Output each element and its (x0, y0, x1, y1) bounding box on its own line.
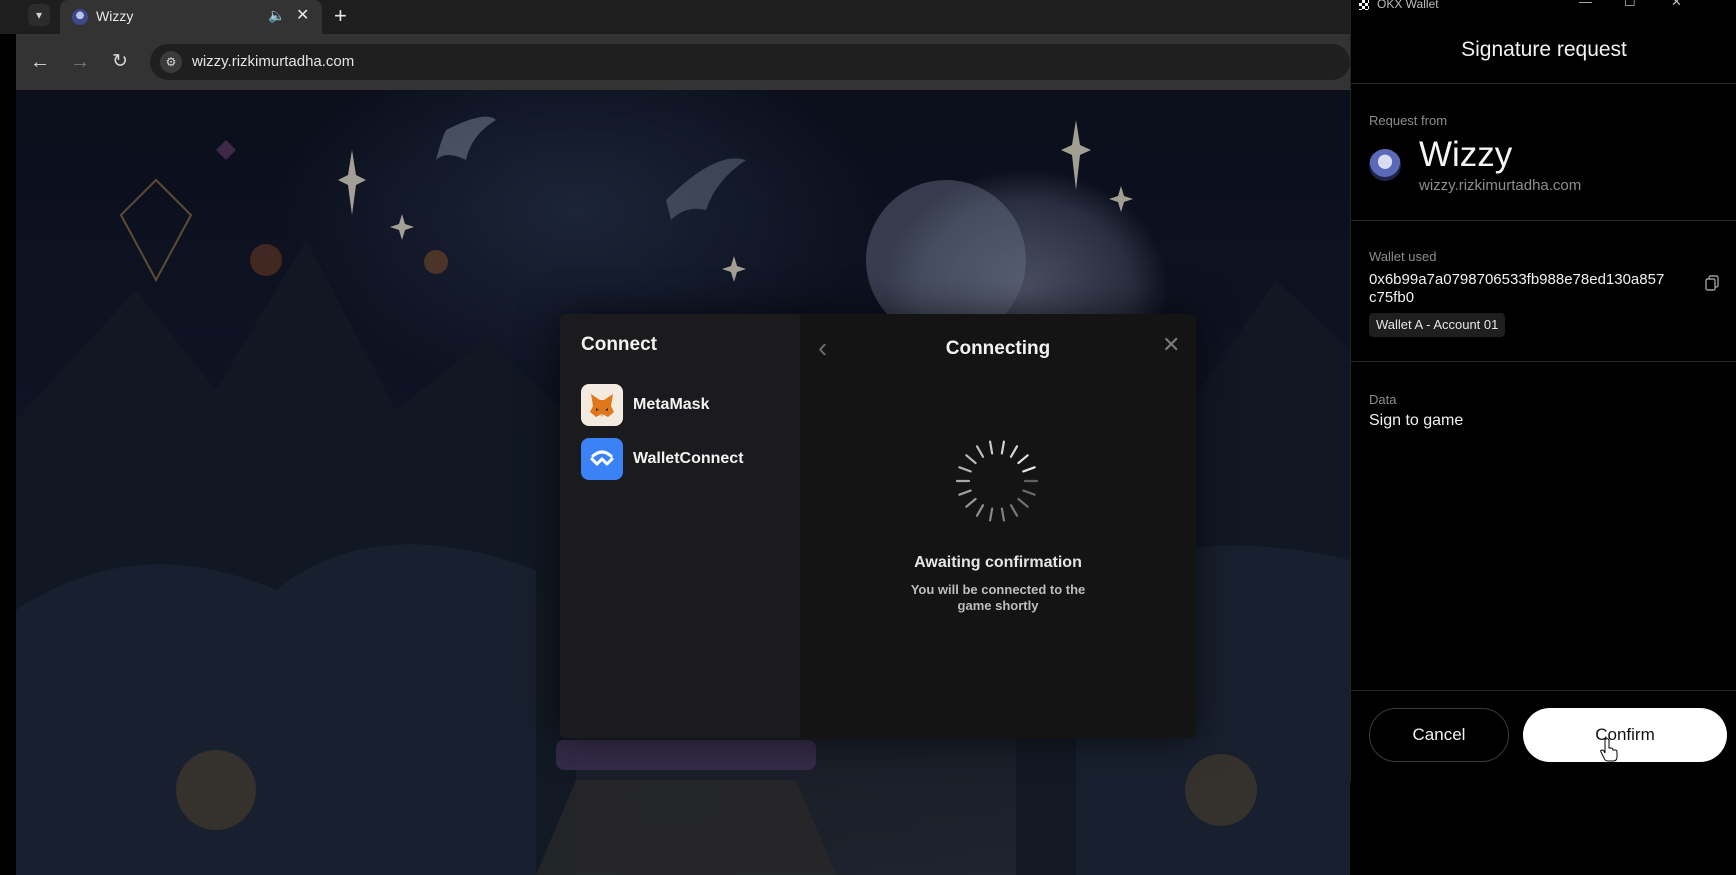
browser-toolbar: ← → ↻ ⚙ wizzy.rizkimurtadha.com (16, 34, 1350, 90)
wallet-list-panel: Connect MetaMask WalletConnect (560, 314, 800, 738)
wallet-used-section: Wallet used 0x6b99a7a0798706533fb988e78e… (1351, 221, 1736, 362)
spinner-tick (1022, 466, 1036, 473)
spinner-tick (1009, 504, 1019, 517)
connecting-panel: ‹ Connecting ✕ Awaiting confirmation You… (800, 314, 1196, 738)
wallet-option-label: WalletConnect (633, 450, 744, 467)
account-badge: Wallet A - Account 01 (1369, 313, 1506, 337)
close-icon[interactable]: ✕ (1671, 0, 1682, 10)
spinner-tick (965, 454, 977, 465)
okx-titlebar: OKX Wallet — ☐ ✕ (1351, 0, 1736, 12)
requester-domain: wizzy.rizkimurtadha.com (1419, 177, 1582, 194)
chevron-down-icon[interactable]: ▾ (28, 4, 50, 26)
browser-tabstrip: ▾ Wizzy 🔈 ✕ + (0, 0, 1350, 34)
connect-title: Connect (581, 334, 657, 355)
loading-spinner-icon (955, 440, 1039, 522)
close-icon[interactable]: ✕ (296, 5, 309, 25)
connecting-title: Connecting (945, 338, 1051, 359)
tune-icon[interactable]: ⚙ (160, 51, 182, 73)
okx-header: Signature request (1351, 22, 1736, 84)
wallet-option-metamask[interactable]: MetaMask (581, 384, 791, 426)
okx-wallet-window: OKX Wallet — ☐ ✕ Signature request Reque… (1350, 0, 1736, 782)
hand-cursor-icon (1600, 738, 1618, 762)
data-label: Data (1369, 392, 1397, 407)
wallet-option-walletconnect[interactable]: WalletConnect (581, 438, 791, 480)
okx-window-title: OKX Wallet (1377, 0, 1439, 11)
spinner-tick (975, 504, 985, 517)
close-icon[interactable]: ✕ (1162, 332, 1180, 358)
copy-icon[interactable] (1705, 275, 1719, 291)
speaker-icon[interactable]: 🔈 (268, 7, 285, 24)
okx-logo-icon (1359, 0, 1369, 10)
plus-icon[interactable]: + (334, 3, 347, 29)
signature-request-title: Signature request (1461, 38, 1627, 61)
wallet-address: 0x6b99a7a0798706533fb988e78ed130a857c75f… (1369, 271, 1665, 306)
data-value: Sign to game (1369, 412, 1464, 429)
spinner-tick (1017, 454, 1029, 465)
tab-title: Wizzy (96, 8, 134, 24)
spinner-tick (988, 440, 994, 455)
arrow-right-icon[interactable]: → (66, 48, 94, 76)
wallet-option-label: MetaMask (633, 396, 710, 413)
browser-tab[interactable]: Wizzy 🔈 ✕ (60, 0, 322, 34)
minimize-icon[interactable]: — (1579, 0, 1592, 9)
metamask-fox-icon (581, 384, 623, 426)
spinner-tick (1000, 440, 1006, 455)
walletconnect-icon (581, 438, 623, 480)
spinner-tick (975, 445, 985, 458)
spinner-tick (965, 497, 977, 508)
url-text[interactable]: wizzy.rizkimurtadha.com (192, 53, 354, 70)
spinner-tick (988, 507, 994, 522)
maximize-icon[interactable]: ☐ (1624, 0, 1636, 10)
spinner-tick (958, 466, 972, 473)
reload-icon[interactable]: ↻ (106, 48, 134, 76)
data-section: Data Sign to game (1351, 362, 1736, 690)
spinner-tick (1000, 507, 1006, 522)
awaiting-subtitle: You will be connected to the game shortl… (910, 582, 1086, 613)
awaiting-title: Awaiting confirmation (914, 554, 1082, 571)
connect-modal: Connect MetaMask WalletConnect ‹ Connect… (560, 314, 1196, 738)
wallet-used-label: Wallet used (1369, 249, 1437, 264)
spinner-tick (1022, 489, 1036, 496)
okx-footer: Cancel Confirm (1351, 690, 1736, 782)
spinner-tick (1009, 445, 1019, 458)
wizzy-logo-icon (1369, 149, 1401, 181)
spinner-tick (1017, 497, 1029, 508)
requester-name: Wizzy (1419, 135, 1513, 174)
wizzy-favicon-icon (72, 9, 88, 25)
confirm-button[interactable]: Confirm (1523, 708, 1727, 762)
spinner-tick (958, 489, 972, 496)
request-from-section: Request from Wizzy wizzy.rizkimurtadha.c… (1351, 85, 1736, 221)
cancel-button[interactable]: Cancel (1369, 708, 1509, 762)
address-bar[interactable]: ⚙ wizzy.rizkimurtadha.com (150, 44, 1350, 80)
request-from-label: Request from (1369, 113, 1448, 128)
arrow-left-icon[interactable]: ← (26, 48, 54, 76)
screen: ▾ Wizzy 🔈 ✕ + ← → ↻ ⚙ wizzy.rizkimurtadh… (0, 0, 1736, 875)
